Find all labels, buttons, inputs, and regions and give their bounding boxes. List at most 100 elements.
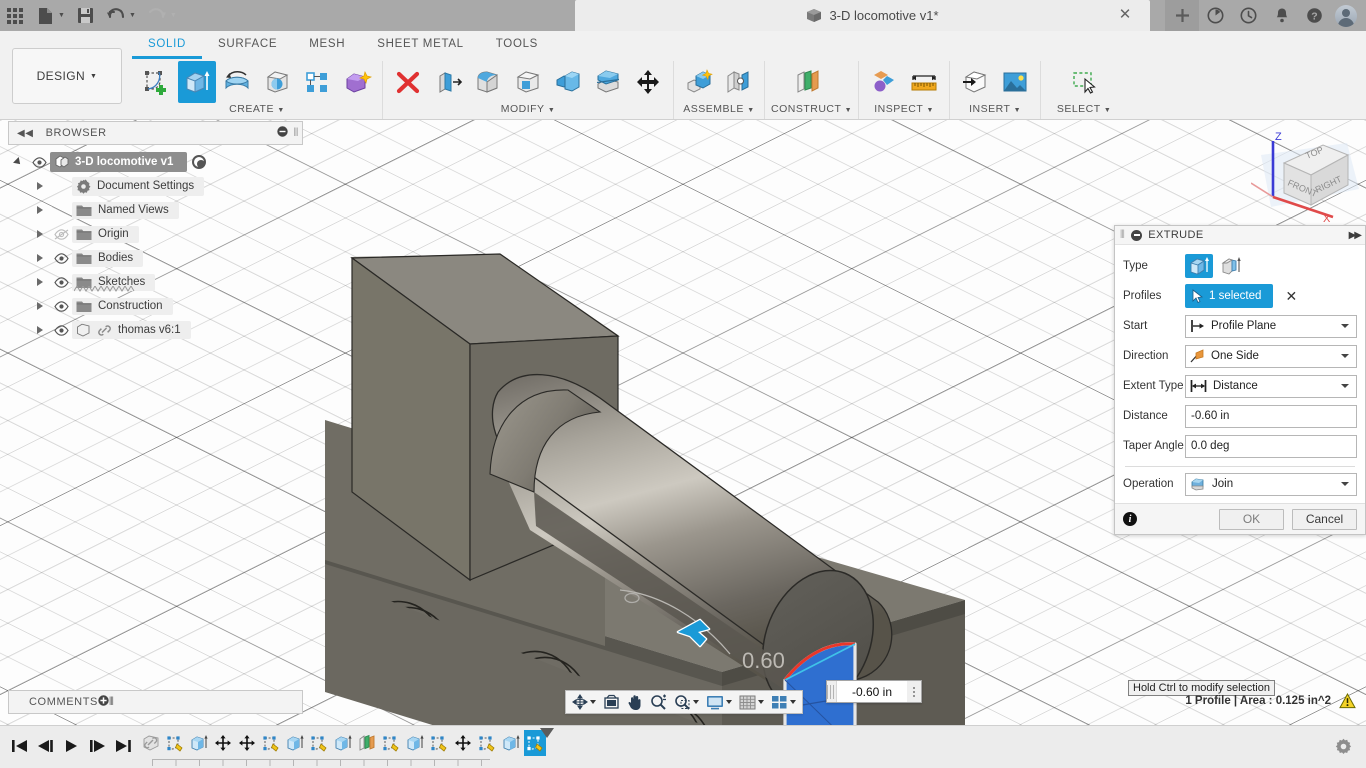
- expander-thomas[interactable]: [30, 326, 50, 334]
- chevron-down-icon[interactable]: [1341, 384, 1349, 388]
- notifications-bell-icon[interactable]: [1265, 0, 1298, 31]
- direction-combo[interactable]: One Side: [1185, 344, 1357, 368]
- activate-component-radio[interactable]: [192, 155, 207, 169]
- tree-item-root[interactable]: 3-D locomotive v1: [8, 150, 303, 174]
- tree-item-sketches[interactable]: Sketches: [8, 270, 303, 294]
- pattern-icon[interactable]: [298, 61, 336, 103]
- sketch-feature-icon[interactable]: [308, 730, 330, 756]
- orbit-caret[interactable]: [590, 700, 596, 704]
- plus-icon[interactable]: [1165, 0, 1199, 31]
- insert-derive-feature-icon[interactable]: [140, 730, 162, 756]
- tree-item-named-views[interactable]: Named Views: [8, 198, 303, 222]
- tree-item-bodies[interactable]: Bodies: [8, 246, 303, 270]
- step-back-icon[interactable]: [34, 732, 56, 760]
- comments-resize-handle[interactable]: ⦀: [109, 696, 114, 709]
- orbit-icon[interactable]: [569, 692, 599, 712]
- extrude-thin-icon[interactable]: [1217, 254, 1245, 278]
- minimize-icon[interactable]: [1131, 229, 1143, 241]
- collapse-left-icon[interactable]: ◀◀: [17, 128, 34, 139]
- redo-icon[interactable]: [142, 0, 172, 31]
- play-icon[interactable]: [60, 732, 82, 760]
- timeline-track[interactable]: [152, 759, 490, 766]
- grid-caret[interactable]: [758, 700, 764, 704]
- create-sketch-icon[interactable]: [138, 61, 176, 103]
- visibility-eye-icon[interactable]: [50, 300, 72, 312]
- measure-ruler-icon[interactable]: [905, 61, 943, 103]
- timeline-settings-gear-icon[interactable]: [1335, 738, 1352, 758]
- visibility-eye-icon[interactable]: [28, 156, 50, 168]
- dimension-drag-grip[interactable]: [827, 681, 837, 702]
- distance-input[interactable]: [1185, 404, 1357, 428]
- apps-grid-icon[interactable]: [0, 0, 30, 31]
- comments-panel[interactable]: COMMENTS ⦀: [8, 690, 303, 714]
- sketch-feature-icon[interactable]: [380, 730, 402, 756]
- dimension-input-box[interactable]: -0.60 in: [826, 680, 922, 703]
- pan-hand-icon[interactable]: [624, 692, 646, 712]
- visibility-eye-icon[interactable]: [50, 276, 72, 288]
- add-comment-icon[interactable]: [98, 695, 109, 709]
- sketch-feature-icon[interactable]: [428, 730, 450, 756]
- window-select-icon[interactable]: [1065, 61, 1103, 103]
- taper-angle-input[interactable]: [1185, 434, 1357, 458]
- save-icon[interactable]: [71, 0, 101, 31]
- sweep-icon[interactable]: [258, 61, 296, 103]
- zoom-magnifier-icon[interactable]: [647, 692, 670, 712]
- go-to-end-icon[interactable]: [112, 732, 134, 760]
- extrude-feature-icon[interactable]: [332, 730, 354, 756]
- visibility-eye-icon[interactable]: [50, 324, 72, 336]
- undo-icon[interactable]: [101, 0, 131, 31]
- visibility-eye-icon[interactable]: [50, 252, 72, 264]
- viewports-caret[interactable]: [790, 700, 796, 704]
- undo-dropdown-caret[interactable]: ▼: [129, 12, 142, 19]
- sketch-feature-icon[interactable]: [260, 730, 282, 756]
- canvas-image-icon[interactable]: [996, 61, 1034, 103]
- extrude-dialog[interactable]: ⦀ EXTRUDE ▶▶ Type Profiles 1 selected ✕ …: [1114, 225, 1366, 535]
- go-to-beginning-icon[interactable]: [8, 732, 30, 760]
- info-icon[interactable]: i: [1123, 512, 1137, 526]
- extrude-solid-icon[interactable]: [1185, 254, 1213, 278]
- move-feature-icon[interactable]: [236, 730, 258, 756]
- tree-item-thomas[interactable]: thomas v6:1: [8, 318, 303, 342]
- panel-create-label[interactable]: CREATE ▼: [138, 103, 376, 117]
- chevron-down-icon[interactable]: [1341, 354, 1349, 358]
- operation-combo[interactable]: Join: [1185, 472, 1357, 496]
- view-cube[interactable]: Z X TOP FRONT RIGHT: [1251, 125, 1363, 233]
- document-tab[interactable]: 3-D locomotive v1* ✕: [575, 0, 1150, 31]
- expander-root[interactable]: [8, 157, 28, 167]
- plane-feature-icon[interactable]: [356, 730, 378, 756]
- tree-item-origin[interactable]: Origin: [8, 222, 303, 246]
- sketch-feature-icon[interactable]: [476, 730, 498, 756]
- offset-plane-icon[interactable]: [789, 61, 827, 103]
- interference-icon[interactable]: [865, 61, 903, 103]
- fit-caret[interactable]: [693, 700, 699, 704]
- panel-construct-label[interactable]: CONSTRUCT ▼: [771, 103, 852, 117]
- tab-mesh[interactable]: MESH: [293, 31, 361, 58]
- chevron-down-icon[interactable]: [1341, 324, 1349, 328]
- split-face-icon[interactable]: [589, 61, 627, 103]
- step-forward-icon[interactable]: [86, 732, 108, 760]
- expander-named-views[interactable]: [30, 206, 50, 214]
- new-file-dropdown-caret[interactable]: ▼: [58, 12, 71, 19]
- user-avatar[interactable]: [1335, 4, 1357, 27]
- dialog-drag-grip[interactable]: ⦀: [1120, 229, 1125, 242]
- sketch-feature-icon[interactable]: [164, 730, 186, 756]
- minimize-circle-icon[interactable]: [276, 126, 288, 140]
- combine-icon[interactable]: [338, 61, 376, 103]
- extrude-icon[interactable]: [178, 61, 216, 103]
- new-component-icon[interactable]: [680, 61, 718, 103]
- offset-face-icon[interactable]: [429, 61, 467, 103]
- cancel-button[interactable]: Cancel: [1292, 508, 1357, 530]
- ok-button[interactable]: OK: [1219, 508, 1284, 530]
- panel-assemble-label[interactable]: ASSEMBLE ▼: [680, 103, 758, 117]
- extrude-feature-icon[interactable]: [284, 730, 306, 756]
- tree-item-construction[interactable]: Construction: [8, 294, 303, 318]
- clear-x-icon[interactable]: ✕: [1285, 289, 1297, 303]
- panel-inspect-label[interactable]: INSPECT ▼: [865, 103, 943, 117]
- expander-bodies[interactable]: [30, 254, 50, 262]
- chevron-down-icon[interactable]: [1341, 482, 1349, 486]
- recent-clock-icon[interactable]: [1232, 0, 1265, 31]
- dimension-value[interactable]: -0.60 in: [837, 685, 907, 699]
- move-feature-icon[interactable]: [452, 730, 474, 756]
- extrude-dialog-header[interactable]: ⦀ EXTRUDE ▶▶: [1115, 226, 1365, 245]
- display-settings-icon[interactable]: [703, 692, 735, 712]
